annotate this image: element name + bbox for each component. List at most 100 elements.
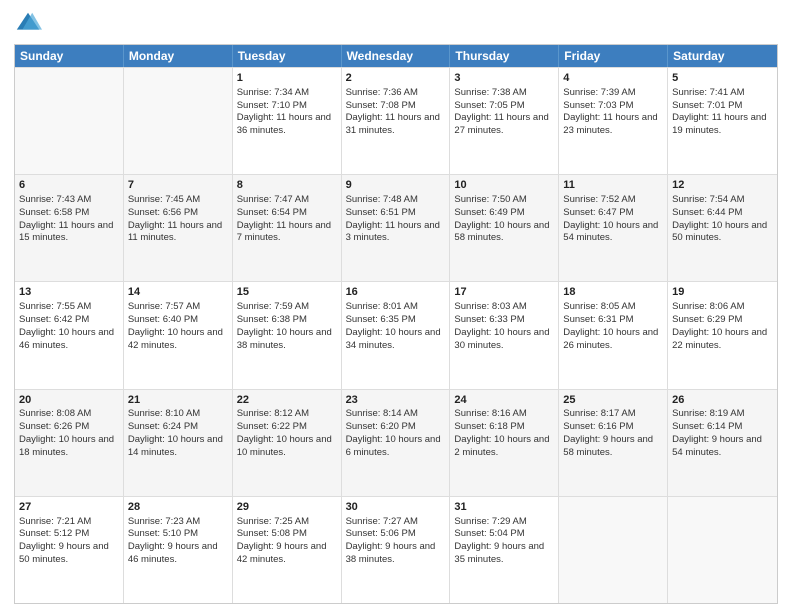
logo-icon [14,10,42,38]
day-info: Sunset: 7:10 PM [237,100,337,113]
day-info: Sunrise: 7:36 AM [346,87,446,100]
day-number: 10 [454,178,554,193]
day-header-friday: Friday [559,45,668,67]
day-info: Sunrise: 8:05 AM [563,301,663,314]
day-info: Sunset: 6:58 PM [19,207,119,220]
day-info: Sunrise: 8:01 AM [346,301,446,314]
day-info: Sunrise: 7:39 AM [563,87,663,100]
day-info: Sunrise: 8:06 AM [672,301,773,314]
day-cell-30: 30Sunrise: 7:27 AMSunset: 5:06 PMDayligh… [342,497,451,603]
day-info: Sunrise: 7:45 AM [128,194,228,207]
day-cell-24: 24Sunrise: 8:16 AMSunset: 6:18 PMDayligh… [450,390,559,496]
day-cell-22: 22Sunrise: 8:12 AMSunset: 6:22 PMDayligh… [233,390,342,496]
day-info: Daylight: 11 hours and 19 minutes. [672,112,773,138]
day-number: 15 [237,285,337,300]
day-cell-28: 28Sunrise: 7:23 AMSunset: 5:10 PMDayligh… [124,497,233,603]
day-info: Sunset: 6:38 PM [237,314,337,327]
day-info: Sunset: 6:35 PM [346,314,446,327]
day-info: Sunrise: 7:55 AM [19,301,119,314]
calendar-week-5: 27Sunrise: 7:21 AMSunset: 5:12 PMDayligh… [15,496,777,603]
day-number: 1 [237,71,337,86]
day-info: Sunset: 6:26 PM [19,421,119,434]
day-info: Daylight: 9 hours and 38 minutes. [346,541,446,567]
day-number: 23 [346,393,446,408]
day-info: Sunset: 5:04 PM [454,528,554,541]
day-info: Sunset: 7:03 PM [563,100,663,113]
day-header-sunday: Sunday [15,45,124,67]
day-number: 18 [563,285,663,300]
day-info: Daylight: 9 hours and 42 minutes. [237,541,337,567]
day-info: Daylight: 9 hours and 58 minutes. [563,434,663,460]
day-info: Sunrise: 8:08 AM [19,408,119,421]
day-number: 20 [19,393,119,408]
day-info: Sunset: 6:47 PM [563,207,663,220]
day-cell-4: 4Sunrise: 7:39 AMSunset: 7:03 PMDaylight… [559,68,668,174]
day-number: 14 [128,285,228,300]
day-info: Sunrise: 8:14 AM [346,408,446,421]
day-info: Daylight: 10 hours and 26 minutes. [563,327,663,353]
day-info: Sunset: 6:22 PM [237,421,337,434]
day-info: Sunrise: 7:54 AM [672,194,773,207]
day-info: Sunrise: 7:41 AM [672,87,773,100]
day-info: Sunrise: 7:48 AM [346,194,446,207]
day-cell-2: 2Sunrise: 7:36 AMSunset: 7:08 PMDaylight… [342,68,451,174]
day-info: Daylight: 10 hours and 38 minutes. [237,327,337,353]
day-info: Sunrise: 7:50 AM [454,194,554,207]
day-info: Daylight: 9 hours and 54 minutes. [672,434,773,460]
day-info: Daylight: 10 hours and 54 minutes. [563,220,663,246]
day-info: Daylight: 11 hours and 23 minutes. [563,112,663,138]
day-info: Sunset: 7:01 PM [672,100,773,113]
day-cell-3: 3Sunrise: 7:38 AMSunset: 7:05 PMDaylight… [450,68,559,174]
day-cell-20: 20Sunrise: 8:08 AMSunset: 6:26 PMDayligh… [15,390,124,496]
day-info: Sunrise: 7:47 AM [237,194,337,207]
day-number: 3 [454,71,554,86]
day-number: 26 [672,393,773,408]
calendar-week-3: 13Sunrise: 7:55 AMSunset: 6:42 PMDayligh… [15,281,777,388]
day-info: Sunrise: 8:17 AM [563,408,663,421]
day-info: Sunset: 5:08 PM [237,528,337,541]
day-info: Daylight: 10 hours and 10 minutes. [237,434,337,460]
logo [14,10,46,38]
day-header-wednesday: Wednesday [342,45,451,67]
day-info: Sunrise: 7:52 AM [563,194,663,207]
day-number: 24 [454,393,554,408]
day-number: 9 [346,178,446,193]
day-info: Sunset: 7:08 PM [346,100,446,113]
day-info: Sunset: 6:49 PM [454,207,554,220]
day-info: Daylight: 10 hours and 6 minutes. [346,434,446,460]
empty-cell [668,497,777,603]
day-number: 7 [128,178,228,193]
day-info: Sunrise: 8:10 AM [128,408,228,421]
day-number: 19 [672,285,773,300]
day-info: Daylight: 11 hours and 36 minutes. [237,112,337,138]
day-cell-1: 1Sunrise: 7:34 AMSunset: 7:10 PMDaylight… [233,68,342,174]
day-info: Sunset: 6:51 PM [346,207,446,220]
day-cell-12: 12Sunrise: 7:54 AMSunset: 6:44 PMDayligh… [668,175,777,281]
day-number: 11 [563,178,663,193]
day-info: Sunrise: 7:59 AM [237,301,337,314]
day-number: 4 [563,71,663,86]
day-info: Sunrise: 7:27 AM [346,516,446,529]
day-cell-18: 18Sunrise: 8:05 AMSunset: 6:31 PMDayligh… [559,282,668,388]
day-info: Sunset: 6:29 PM [672,314,773,327]
calendar-week-2: 6Sunrise: 7:43 AMSunset: 6:58 PMDaylight… [15,174,777,281]
day-info: Sunset: 6:31 PM [563,314,663,327]
day-header-saturday: Saturday [668,45,777,67]
day-cell-23: 23Sunrise: 8:14 AMSunset: 6:20 PMDayligh… [342,390,451,496]
day-cell-8: 8Sunrise: 7:47 AMSunset: 6:54 PMDaylight… [233,175,342,281]
day-info: Sunrise: 8:03 AM [454,301,554,314]
day-info: Daylight: 11 hours and 3 minutes. [346,220,446,246]
day-number: 8 [237,178,337,193]
day-info: Daylight: 10 hours and 30 minutes. [454,327,554,353]
day-info: Sunrise: 7:23 AM [128,516,228,529]
day-info: Sunset: 6:14 PM [672,421,773,434]
day-number: 29 [237,500,337,515]
day-info: Daylight: 10 hours and 58 minutes. [454,220,554,246]
day-cell-21: 21Sunrise: 8:10 AMSunset: 6:24 PMDayligh… [124,390,233,496]
day-info: Sunset: 7:05 PM [454,100,554,113]
day-info: Sunset: 6:44 PM [672,207,773,220]
day-cell-6: 6Sunrise: 7:43 AMSunset: 6:58 PMDaylight… [15,175,124,281]
day-cell-26: 26Sunrise: 8:19 AMSunset: 6:14 PMDayligh… [668,390,777,496]
day-cell-10: 10Sunrise: 7:50 AMSunset: 6:49 PMDayligh… [450,175,559,281]
day-info: Daylight: 10 hours and 14 minutes. [128,434,228,460]
